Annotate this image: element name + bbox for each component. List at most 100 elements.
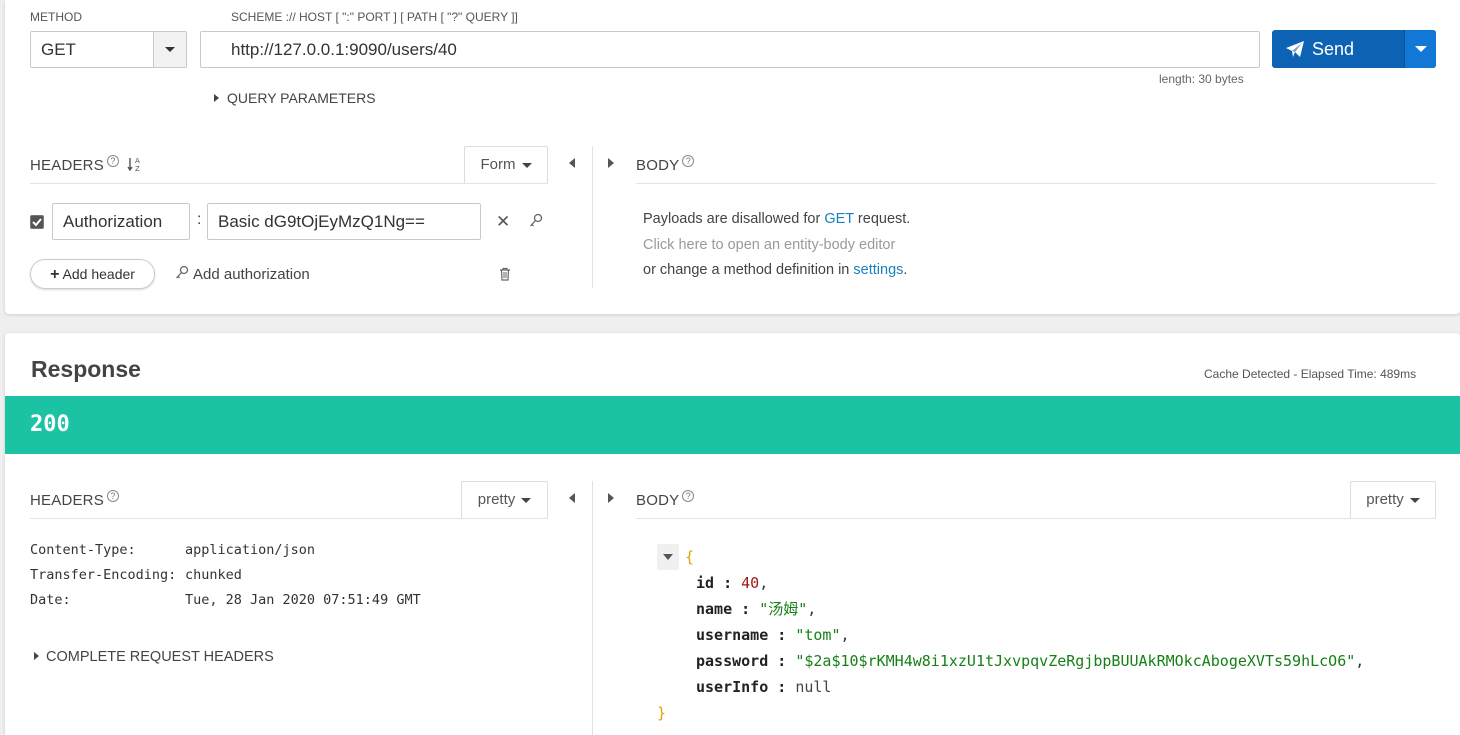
- header-row: Transfer-Encoding: chunked: [30, 563, 421, 588]
- headers-mode-dropdown[interactable]: Form: [464, 146, 548, 184]
- header-value: application/json: [185, 542, 316, 558]
- header-name: Content-Type:: [30, 542, 136, 558]
- query-params-label: QUERY PARAMETERS: [227, 90, 376, 106]
- complete-request-headers-label: COMPLETE REQUEST HEADERS: [46, 649, 274, 665]
- chevron-down-icon: [521, 162, 532, 168]
- divider: [636, 518, 1436, 519]
- json-close-line: }: [657, 700, 1364, 726]
- body-mode-label: pretty: [1366, 491, 1404, 508]
- header-name: Date:: [30, 592, 71, 608]
- json-comma: ,: [840, 626, 850, 644]
- json-comma: ,: [1355, 652, 1365, 670]
- response-body-title: BODY?: [636, 490, 695, 509]
- url-input[interactable]: http://127.0.0.1:9090/users/40: [200, 31, 1260, 68]
- method-select[interactable]: GET: [30, 31, 187, 68]
- key-icon[interactable]: [529, 213, 543, 229]
- body-msg-text: .: [903, 262, 908, 278]
- response-title: Response: [31, 356, 141, 382]
- method-link[interactable]: GET: [824, 211, 854, 227]
- header-name-input[interactable]: Authorization: [52, 203, 190, 240]
- complete-request-headers-toggle[interactable]: COMPLETE REQUEST HEADERS: [34, 649, 274, 665]
- sort-alpha-icon[interactable]: A Z: [127, 156, 143, 173]
- json-value: "tom": [795, 626, 841, 644]
- method-value: GET: [41, 40, 76, 59]
- json-viewer: { id : 40, name : "汤姆", username : "tom"…: [657, 544, 1364, 726]
- headers-mode-label: Form: [480, 156, 516, 173]
- splitter[interactable]: [592, 146, 593, 288]
- json-open-line: {: [657, 544, 1364, 570]
- collapse-left-icon[interactable]: [569, 493, 575, 503]
- send-label: Send: [1312, 39, 1355, 59]
- json-field: password : "$2a$10$rKMH4w8i1xzU1tJxvpqvZ…: [696, 652, 1365, 670]
- json-key: userInfo: [696, 678, 769, 696]
- remove-header-icon[interactable]: ✕: [496, 213, 510, 230]
- request-body-label: BODY: [636, 157, 680, 174]
- splitter[interactable]: [592, 481, 593, 735]
- json-key: name: [696, 600, 733, 618]
- help-icon[interactable]: ?: [682, 155, 695, 167]
- json-key: password: [696, 652, 769, 670]
- body-msg-line1: Payloads are disallowed for GET request.: [643, 207, 910, 233]
- headers-mode-label: pretty: [477, 491, 516, 508]
- json-key: id: [696, 574, 715, 592]
- chevron-down-icon: [521, 497, 532, 503]
- header-row: Date: Tue, 28 Jan 2020 07:51:49 GMT: [30, 588, 421, 613]
- help-icon[interactable]: ?: [106, 155, 119, 167]
- json-key: username: [696, 626, 769, 644]
- url-length: length: 30 bytes: [1159, 72, 1244, 86]
- header-value-input[interactable]: Basic dG9tOjEyMzQ1Ng==: [207, 203, 481, 240]
- body-msg-text: or change a method definition in: [643, 262, 854, 278]
- request-body-title: BODY?: [636, 155, 695, 174]
- chevron-down-icon: [1409, 497, 1420, 503]
- json-brace-close: }: [657, 704, 667, 722]
- status-code: 200: [30, 412, 70, 437]
- paper-plane-icon: [1286, 41, 1304, 57]
- send-button-group: Send: [1272, 30, 1436, 68]
- add-header-button[interactable]: + Add header: [30, 259, 155, 289]
- url-value: http://127.0.0.1:9090/users/40: [231, 40, 457, 59]
- expand-arrow-icon: [214, 94, 219, 102]
- header-enabled-checkbox[interactable]: [30, 215, 44, 229]
- send-options-button[interactable]: [1404, 30, 1436, 68]
- body-msg-text: Payloads are disallowed for: [643, 211, 825, 227]
- body-disallowed-message: Payloads are disallowed for GET request.…: [643, 207, 910, 284]
- divider: [636, 183, 1436, 184]
- response-headers-mode-dropdown[interactable]: pretty: [461, 481, 548, 519]
- json-comma: ,: [807, 600, 817, 618]
- url-format-label: SCHEME :// HOST [ ":" PORT ] [ PATH [ "?…: [231, 10, 518, 24]
- add-authorization-button[interactable]: Add authorization: [175, 265, 310, 283]
- json-collapse-toggle[interactable]: [657, 544, 679, 570]
- collapse-left-icon[interactable]: [569, 158, 575, 168]
- key-icon: [176, 265, 189, 279]
- json-field: name : "汤姆",: [696, 600, 817, 618]
- expand-right-icon[interactable]: [608, 493, 614, 503]
- json-field: username : "tom",: [696, 626, 850, 644]
- response-body-label: BODY: [636, 492, 680, 509]
- settings-link[interactable]: settings: [853, 262, 903, 278]
- query-params-toggle[interactable]: QUERY PARAMETERS: [214, 90, 376, 106]
- header-value: Tue, 28 Jan 2020 07:51:49 GMT: [185, 592, 421, 608]
- help-icon[interactable]: ?: [682, 490, 695, 502]
- response-body-mode-dropdown[interactable]: pretty: [1350, 481, 1436, 519]
- json-value: "汤姆": [759, 600, 808, 618]
- help-icon[interactable]: ?: [106, 490, 119, 502]
- response-headers-title: HEADERS?: [30, 490, 119, 509]
- body-msg-line3: or change a method definition in setting…: [643, 258, 910, 284]
- open-entity-editor-link[interactable]: Click here to open an entity-body editor: [643, 233, 910, 259]
- response-panel: Response Cache Detected - Elapsed Time: …: [5, 333, 1460, 735]
- header-name: Transfer-Encoding:: [30, 567, 177, 583]
- header-value-text: Basic dG9tOjEyMzQ1Ng==: [218, 212, 425, 231]
- header-name-value: Authorization: [63, 212, 163, 231]
- response-headers-list: Content-Type: application/json Transfer-E…: [30, 538, 421, 613]
- expand-right-icon[interactable]: [608, 158, 614, 168]
- divider: [30, 183, 548, 184]
- send-button[interactable]: Send: [1272, 30, 1404, 68]
- json-value: null: [795, 678, 832, 696]
- method-label: METHOD: [30, 10, 82, 24]
- json-value: "$2a$10$rKMH4w8i1xzU1tJxvpqvZeRgjbpBUUAk…: [795, 652, 1356, 670]
- header-separator: :: [197, 211, 202, 228]
- divider: [30, 518, 548, 519]
- trash-icon[interactable]: [499, 267, 511, 281]
- method-dropdown-button[interactable]: [153, 32, 186, 67]
- chevron-down-icon: [165, 47, 175, 52]
